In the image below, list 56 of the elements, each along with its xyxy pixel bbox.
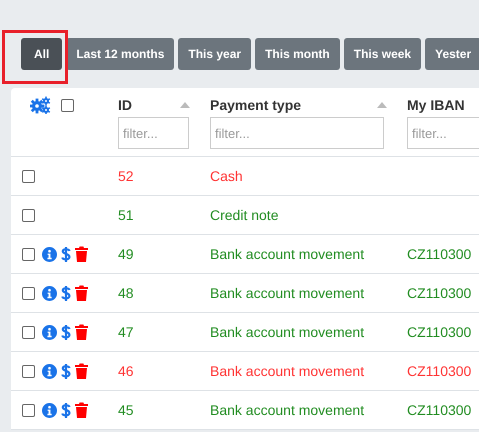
dollar-icon[interactable] [61, 362, 71, 380]
row-checkbox[interactable] [22, 208, 35, 222]
column-header[interactable]: ID [118, 97, 132, 113]
select-all-checkbox[interactable] [61, 98, 74, 112]
filter-field[interactable]: filter... [210, 117, 384, 149]
row-checkbox[interactable] [22, 404, 35, 416]
dollar-icon[interactable] [61, 284, 71, 302]
filter-field[interactable]: filter... [118, 117, 189, 149]
trash-icon[interactable] [75, 402, 88, 418]
table-cell: CZ110300 [407, 285, 472, 301]
table-cell: Credit note [210, 207, 278, 223]
row-checkbox[interactable] [22, 170, 35, 182]
settings-icon[interactable] [30, 96, 52, 114]
table-cell: 51 [118, 207, 134, 223]
column-header[interactable]: Payment type [210, 97, 302, 113]
info-icon[interactable] [42, 246, 57, 262]
table-cell: 48 [118, 285, 134, 301]
table-cell: Bank account movement [210, 285, 364, 301]
table-cell: 46 [118, 363, 134, 379]
column-header[interactable]: My IBAN [407, 97, 465, 113]
trash-icon[interactable] [75, 285, 88, 301]
row-checkbox[interactable] [22, 248, 35, 260]
table-cell: Bank account movement [210, 402, 364, 418]
trash-icon[interactable] [75, 324, 88, 340]
table-cell: CZ110300 [407, 324, 472, 340]
table-cell: 49 [118, 246, 134, 262]
filter-button[interactable]: Last 12 months [66, 38, 174, 70]
table-cell: 45 [118, 402, 134, 418]
filter-button[interactable]: This year [178, 38, 252, 70]
filter-button[interactable]: All [21, 38, 62, 70]
info-icon[interactable] [42, 324, 57, 340]
row-checkbox[interactable] [22, 364, 35, 378]
table-cell: CZ110300 [407, 402, 472, 418]
info-icon[interactable] [42, 286, 57, 300]
trash-icon[interactable] [75, 363, 88, 379]
filter-button[interactable]: This month [255, 38, 340, 70]
table-cell: Bank account movement [210, 324, 364, 340]
table-cell: Cash [210, 168, 243, 184]
row-checkbox[interactable] [22, 326, 35, 338]
dollar-icon[interactable] [61, 324, 71, 340]
highlight-frame [2, 30, 68, 84]
table-cell: Bank account movement [210, 363, 364, 379]
filter-field[interactable]: filter... [407, 117, 479, 149]
table-cell: Bank account movement [210, 246, 364, 262]
trash-icon[interactable] [75, 246, 88, 262]
dollar-icon[interactable] [61, 246, 71, 262]
row-checkbox[interactable] [22, 286, 35, 300]
dollar-icon[interactable] [61, 402, 71, 418]
info-icon[interactable] [42, 402, 57, 418]
table-cell: CZ110300 [407, 246, 472, 262]
table-cell: 52 [118, 168, 134, 184]
info-icon[interactable] [42, 364, 57, 378]
filter-button[interactable]: Yester [425, 38, 479, 70]
filter-button[interactable]: This week [344, 38, 422, 70]
table-cell: CZ110300 [407, 363, 472, 379]
table-cell: 47 [118, 324, 134, 340]
